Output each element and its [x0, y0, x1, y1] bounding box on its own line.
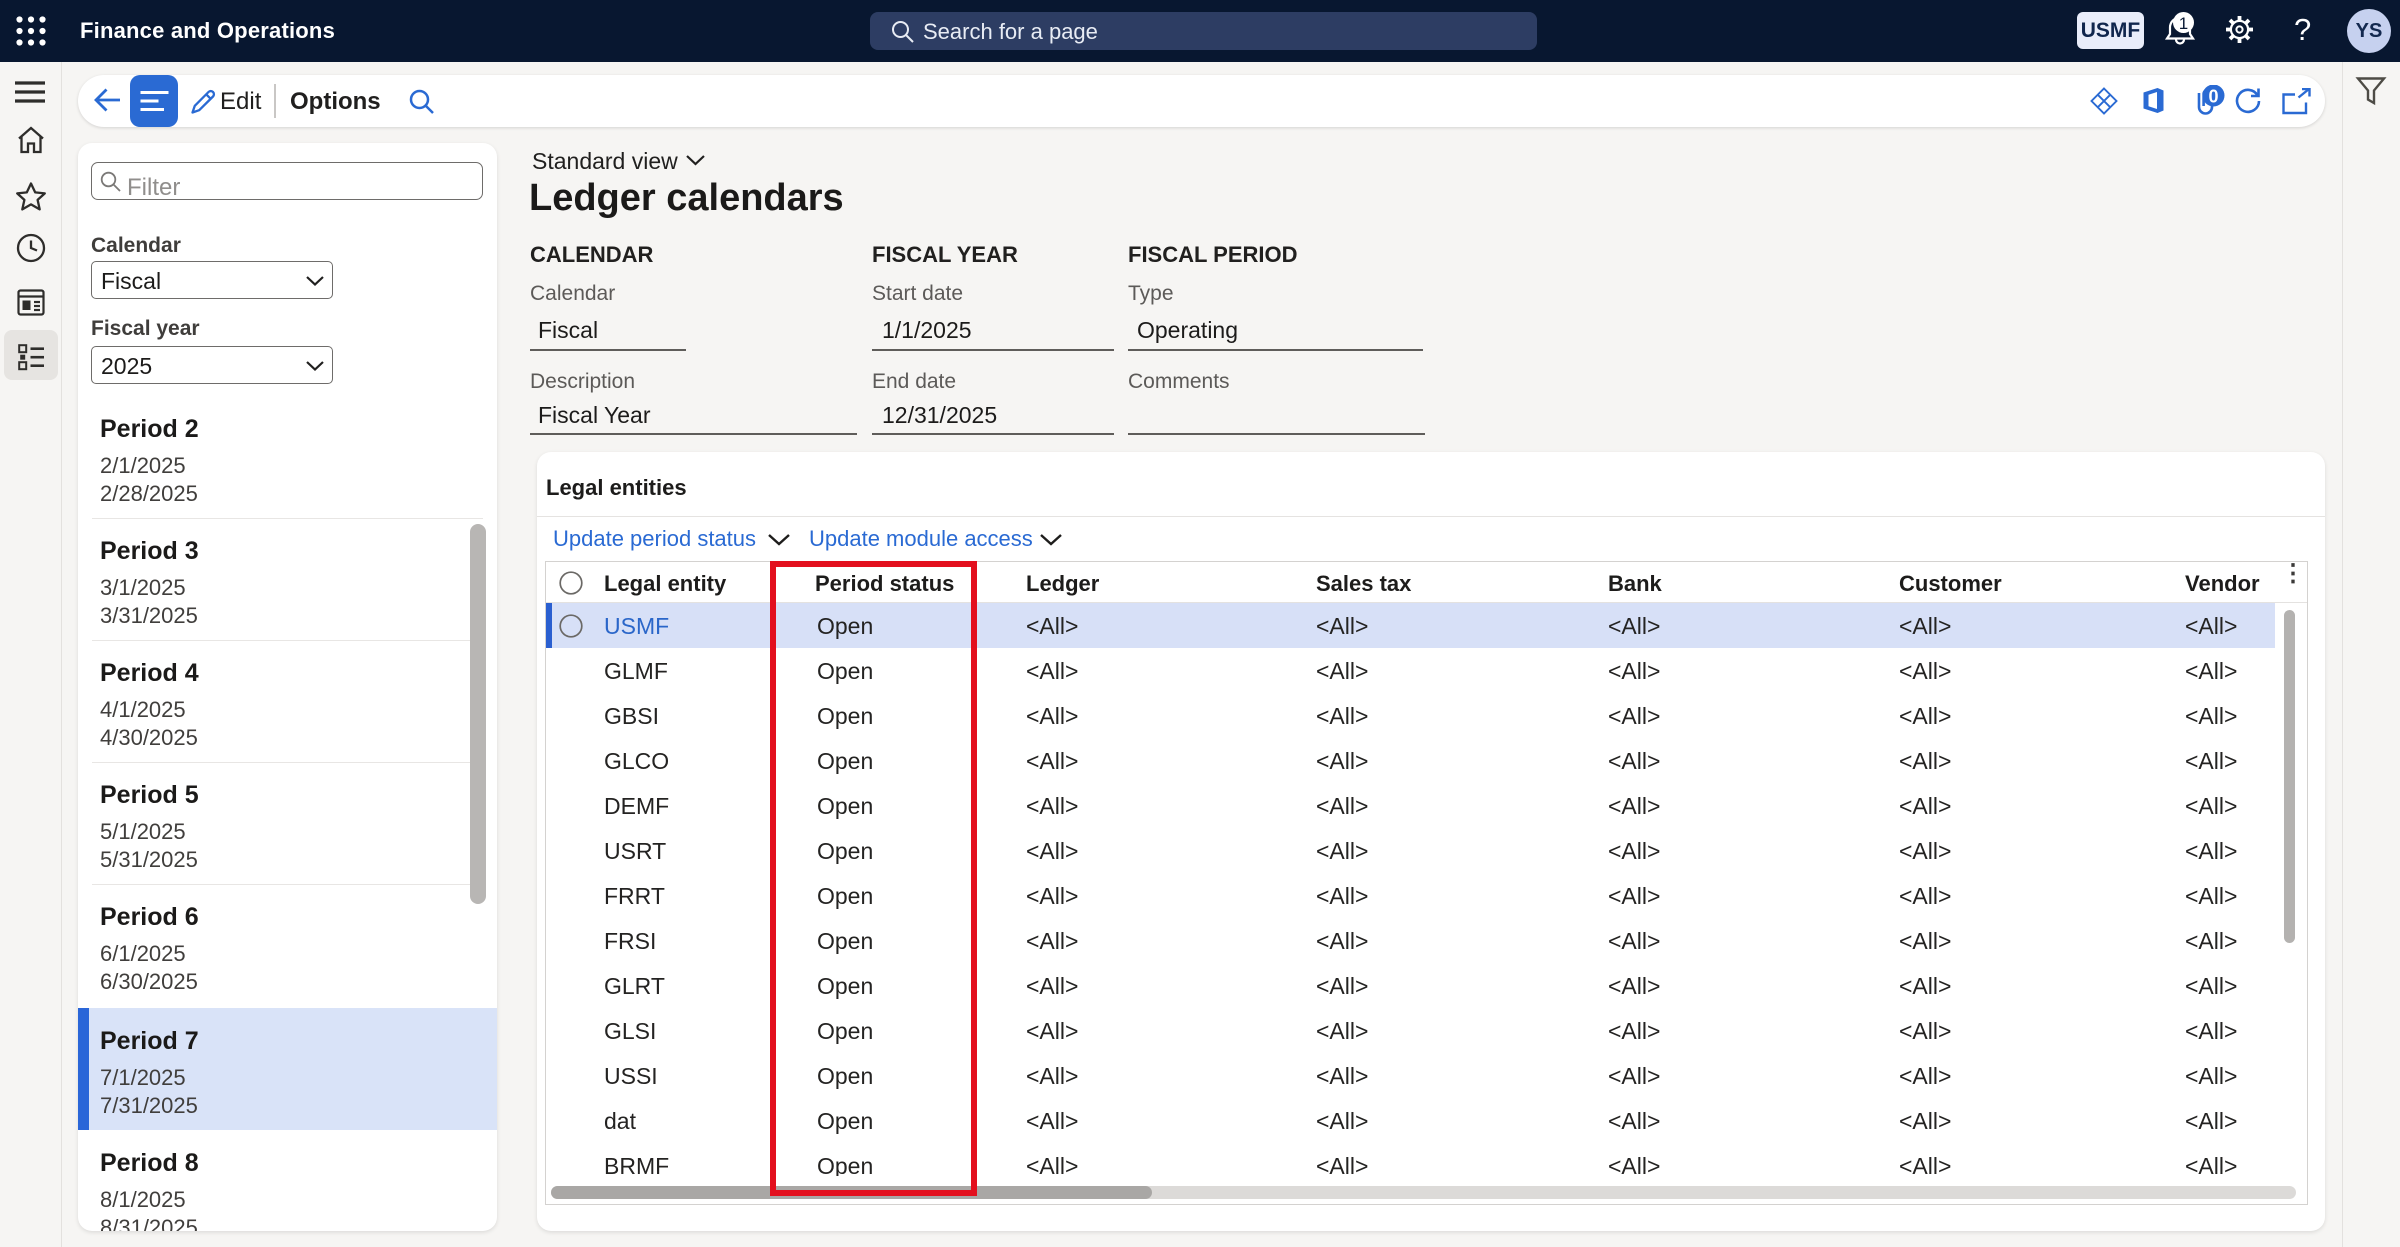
svg-text:0: 0 [2208, 87, 2218, 107]
svg-text:1: 1 [2179, 14, 2188, 33]
